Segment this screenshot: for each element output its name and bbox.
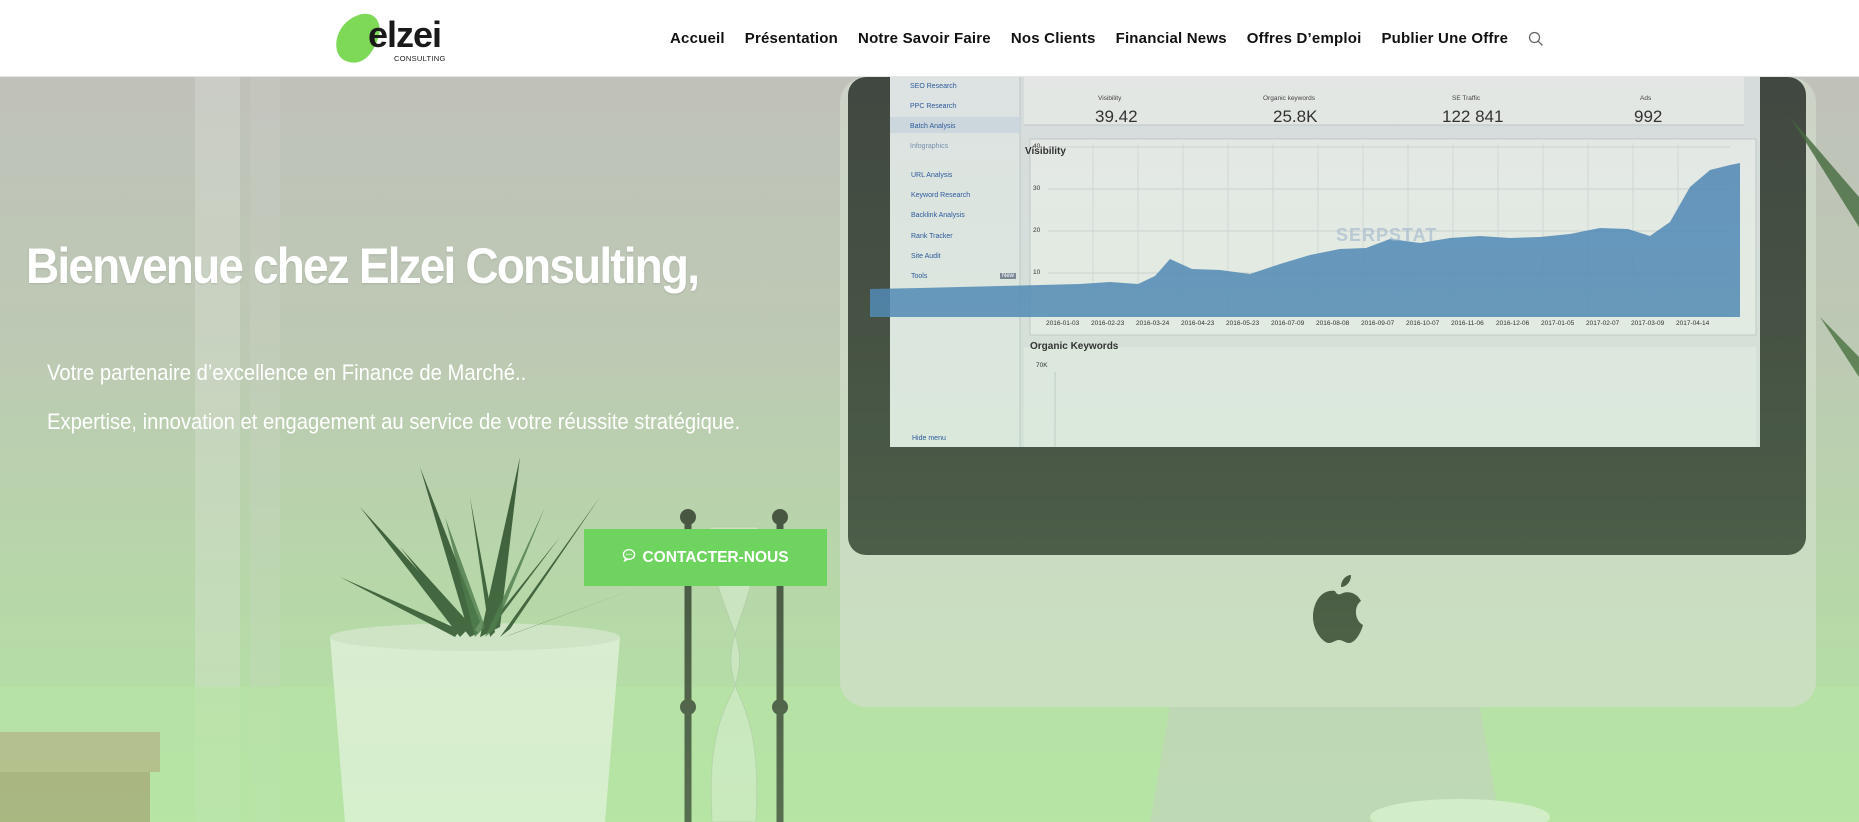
- screen-x-tick: 2016-02-23: [1091, 320, 1125, 327]
- screen-y-tick: 20: [1033, 227, 1041, 234]
- screen-x-tick: 2016-04-23: [1181, 320, 1215, 327]
- screen-hide-menu: Hide menu: [912, 435, 946, 442]
- screen-stat-label: SE Traffic: [1452, 95, 1481, 102]
- nav-item-savoir-faire[interactable]: Notre Savoir Faire: [848, 30, 1001, 47]
- nav-item-publier-offre[interactable]: Publier Une Offre: [1371, 30, 1518, 47]
- screen-section-tick: 70K: [1036, 362, 1048, 369]
- screen-sidebar-item: Rank Tracker: [911, 233, 953, 240]
- main-nav: Accueil Présentation Notre Savoir Faire …: [660, 0, 1546, 77]
- contact-button[interactable]: CONTACTER-NOUS: [584, 529, 827, 586]
- screen-x-tick: 2016-07-09: [1271, 320, 1305, 327]
- hero-subtagline: Expertise, innovation et engagement au s…: [47, 409, 741, 434]
- screen-stat-label: Ads: [1640, 95, 1652, 102]
- logo-subtext: CONSULTING: [394, 54, 446, 63]
- screen-x-tick: 2017-03-09: [1631, 320, 1665, 327]
- screen-stat-value: 992: [1634, 107, 1663, 126]
- screen-x-tick: 2016-12-06: [1496, 320, 1530, 327]
- logo-text: elzei: [368, 14, 442, 55]
- chat-icon: [622, 548, 636, 567]
- search-icon[interactable]: [1526, 29, 1546, 49]
- screen-stat-value: 122 841: [1442, 107, 1504, 126]
- screen-x-tick: 2017-04-14: [1676, 320, 1710, 327]
- screen-stat-value: 39.42: [1095, 107, 1138, 126]
- screen-sidebar-item: Keyword Research: [911, 192, 971, 199]
- screen-stat-label: Organic keywords: [1263, 95, 1316, 102]
- nav-item-accueil[interactable]: Accueil: [660, 30, 735, 47]
- screen-sidebar-item: Site Audit: [911, 253, 941, 260]
- nav-item-presentation[interactable]: Présentation: [735, 30, 848, 47]
- screen-watermark: SERPSTAT: [1336, 225, 1438, 245]
- logo[interactable]: elzei CONSULTING: [334, 11, 454, 67]
- screen-sidebar-item: Tools: [911, 273, 928, 280]
- hero-section: SEO Research PPC Research Batch Analysis…: [0, 77, 1859, 822]
- screen-y-tick: 10: [1033, 269, 1041, 276]
- screen-section-title: Organic Keywords: [1030, 341, 1119, 352]
- screen-stat-label: Visibility: [1098, 95, 1122, 102]
- screen-x-tick: 2016-10-07: [1406, 320, 1440, 327]
- nav-item-offres-emploi[interactable]: Offres D’emploi: [1237, 30, 1372, 47]
- hero-title: Bienvenue chez Elzei Consulting,: [26, 238, 700, 294]
- nav-item-clients[interactable]: Nos Clients: [1001, 30, 1106, 47]
- contact-button-label: CONTACTER-NOUS: [642, 548, 789, 566]
- hero-tagline: Votre partenaire d’excellence en Finance…: [47, 360, 527, 385]
- screen-tools-badge: New: [1000, 273, 1017, 279]
- screen-x-tick: 2017-01-05: [1541, 320, 1575, 327]
- screen-sidebar-item: Backlink Analysis: [911, 212, 965, 219]
- screen-stat-value: 25.8K: [1273, 107, 1318, 126]
- screen-x-tick: 2016-01-03: [1046, 320, 1080, 327]
- screen-sidebar-item: Batch Analysis: [910, 123, 956, 130]
- screen-sidebar-item: PPC Research: [910, 103, 957, 110]
- screen-x-tick: 2016-05-23: [1226, 320, 1260, 327]
- site-header: elzei CONSULTING Accueil Présentation No…: [0, 0, 1859, 77]
- screen-x-tick: 2016-11-06: [1451, 320, 1484, 327]
- screen-sidebar-item: Infographics: [910, 143, 949, 150]
- screen-y-tick: 30: [1033, 185, 1041, 192]
- screen-x-tick: 2017-02-07: [1586, 320, 1620, 327]
- screen-x-tick: 2016-08-08: [1316, 320, 1350, 327]
- hero-overlay: [0, 77, 1859, 822]
- screen-chart-title: Visibility: [1025, 146, 1066, 157]
- screen-y-tick: 40: [1033, 143, 1041, 150]
- screen-sidebar-item: URL Analysis: [911, 172, 953, 179]
- screen-x-tick: 2016-09-07: [1361, 320, 1395, 327]
- screen-x-tick: 2016-03-24: [1136, 320, 1170, 327]
- nav-item-financial-news[interactable]: Financial News: [1106, 30, 1237, 47]
- screen-sidebar-item: SEO Research: [910, 83, 957, 90]
